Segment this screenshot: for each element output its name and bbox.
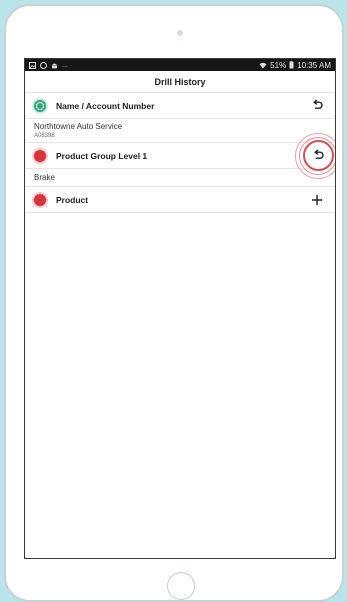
drill-level-product-group[interactable]: Product Group Level 1 — [25, 132, 335, 179]
undo-icon — [313, 149, 324, 159]
product-group-value: Brake — [34, 173, 55, 182]
drill-value-account: Northtowne Auto Service A08398 — [25, 119, 335, 143]
status-dot-red — [32, 191, 48, 208]
drill-value-product-group: Brake — [25, 169, 335, 187]
drill-level-label: Name / Account Number — [56, 100, 155, 111]
drill-level-label: Product Group Level 1 — [56, 150, 148, 161]
drill-level-product[interactable]: Product — [25, 187, 335, 213]
battery-icon — [289, 61, 294, 69]
drill-level-name-account[interactable]: Name / Account Number — [25, 93, 335, 119]
status-bar: ... 51% 10:35 AM — [25, 59, 335, 71]
user-icon — [36, 101, 44, 110]
front-camera — [177, 30, 183, 36]
undo-button[interactable] — [302, 140, 334, 171]
gallery-icon — [29, 61, 36, 69]
account-name: Northtowne Auto Service — [34, 122, 123, 131]
status-right: 51% 10:35 AM — [259, 61, 331, 70]
drill-level-label: Product — [56, 194, 89, 205]
page-title: Drill History — [25, 71, 335, 93]
status-dots: ... — [62, 61, 68, 69]
tablet-frame: ... 51% 10:35 AM Drill History Name / Ac… — [4, 4, 344, 602]
status-left: ... — [29, 61, 68, 69]
home-button[interactable] — [167, 572, 195, 600]
status-dot-red — [32, 147, 48, 164]
tap-highlight-ring — [299, 136, 335, 175]
status-dot-green — [32, 97, 48, 114]
undo-icon[interactable] — [309, 98, 325, 114]
plus-icon[interactable] — [309, 192, 325, 208]
messenger-icon — [40, 61, 47, 69]
tap-highlight — [295, 132, 335, 179]
battery-percent: 51% — [270, 60, 287, 70]
clock: 10:35 AM — [297, 60, 331, 70]
account-number: A08398 — [34, 133, 55, 139]
android-icon — [52, 63, 57, 68]
wifi-icon — [259, 62, 267, 68]
screen: ... 51% 10:35 AM Drill History Name / Ac… — [24, 58, 336, 559]
